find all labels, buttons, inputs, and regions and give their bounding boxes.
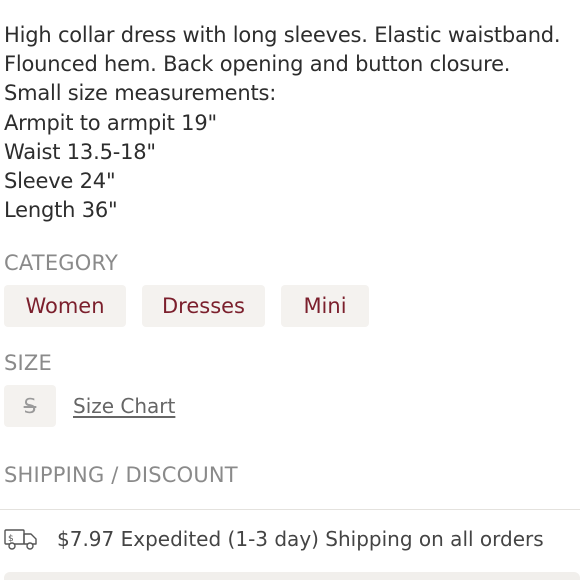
bottom-panel <box>4 572 580 580</box>
category-heading: CATEGORY <box>4 251 118 275</box>
description-line: Armpit to armpit 19" <box>4 110 217 135</box>
category-tag-mini[interactable]: Mini <box>281 285 369 327</box>
description-line: Flounced hem. Back opening and button cl… <box>4 52 511 77</box>
product-description: High collar dress with long sleeves. Ela… <box>4 21 580 225</box>
shipping-text: $7.97 Expedited (1-3 day) Shipping on al… <box>57 527 544 551</box>
listing-details: High collar dress with long sleeves. Ela… <box>0 0 580 580</box>
size-chart-link[interactable]: Size Chart <box>73 394 175 418</box>
shipping-heading: SHIPPING / DISCOUNT <box>4 463 238 487</box>
divider <box>0 509 580 510</box>
shipping-info: $ $7.97 Expedited (1-3 day) Shipping on … <box>4 525 544 553</box>
size-option-s[interactable]: S <box>4 385 56 427</box>
description-line: Small size measurements: <box>4 81 277 106</box>
description-line: Length 36" <box>4 198 118 223</box>
category-tag-women[interactable]: Women <box>4 285 126 327</box>
size-heading: SIZE <box>4 351 52 375</box>
svg-text:$: $ <box>8 534 14 544</box>
description-line: High collar dress with long sleeves. Ela… <box>4 23 561 47</box>
description-line: Sleeve 24" <box>4 169 116 194</box>
category-tag-dresses[interactable]: Dresses <box>142 285 265 327</box>
truck-icon: $ <box>4 527 38 551</box>
description-line: Waist 13.5-18" <box>4 139 156 164</box>
